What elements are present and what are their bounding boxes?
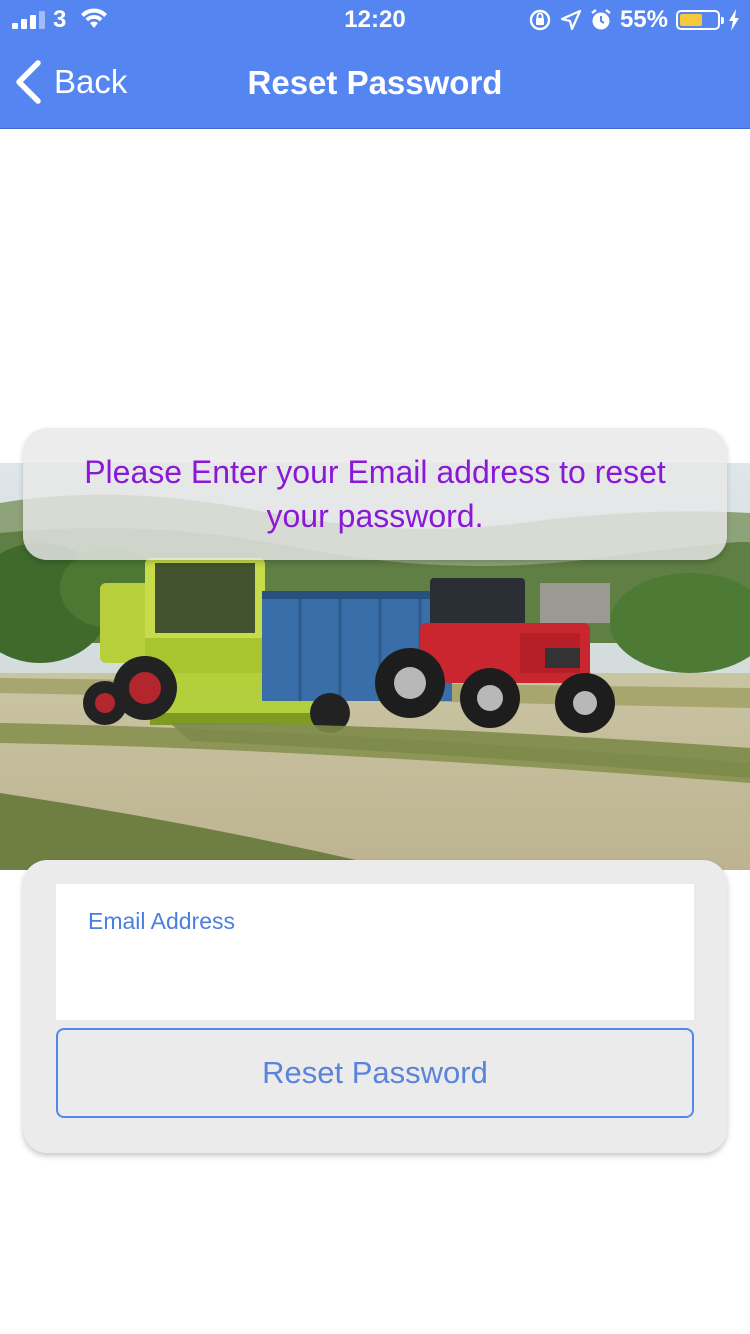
charging-bolt-icon [729, 9, 739, 31]
reset-password-button[interactable]: Reset Password [56, 1028, 694, 1118]
instruction-message: Please Enter your Email address to reset… [84, 454, 666, 534]
alarm-icon [591, 9, 611, 30]
navigation-bar: Back Reset Password [0, 40, 750, 128]
page-title: Reset Password [247, 64, 503, 101]
battery-icon [676, 10, 724, 30]
email-field-label: Email Address [88, 908, 236, 934]
reset-password-button-label: Reset Password [262, 1055, 488, 1090]
status-bar: 3 12:20 55% [0, 0, 750, 40]
orientation-lock-icon [529, 9, 551, 31]
reset-form-card: Email Address Reset Password [23, 860, 727, 1153]
email-input[interactable] [88, 946, 672, 998]
app-header: 3 12:20 55% Back Reset Password [0, 0, 750, 129]
instruction-card: Please Enter your Email address to reset… [23, 428, 727, 560]
location-icon [560, 9, 582, 31]
email-field[interactable]: Email Address [56, 884, 694, 1020]
battery-percent: 55% [619, 6, 668, 33]
status-right-icons: 55% [528, 5, 740, 35]
